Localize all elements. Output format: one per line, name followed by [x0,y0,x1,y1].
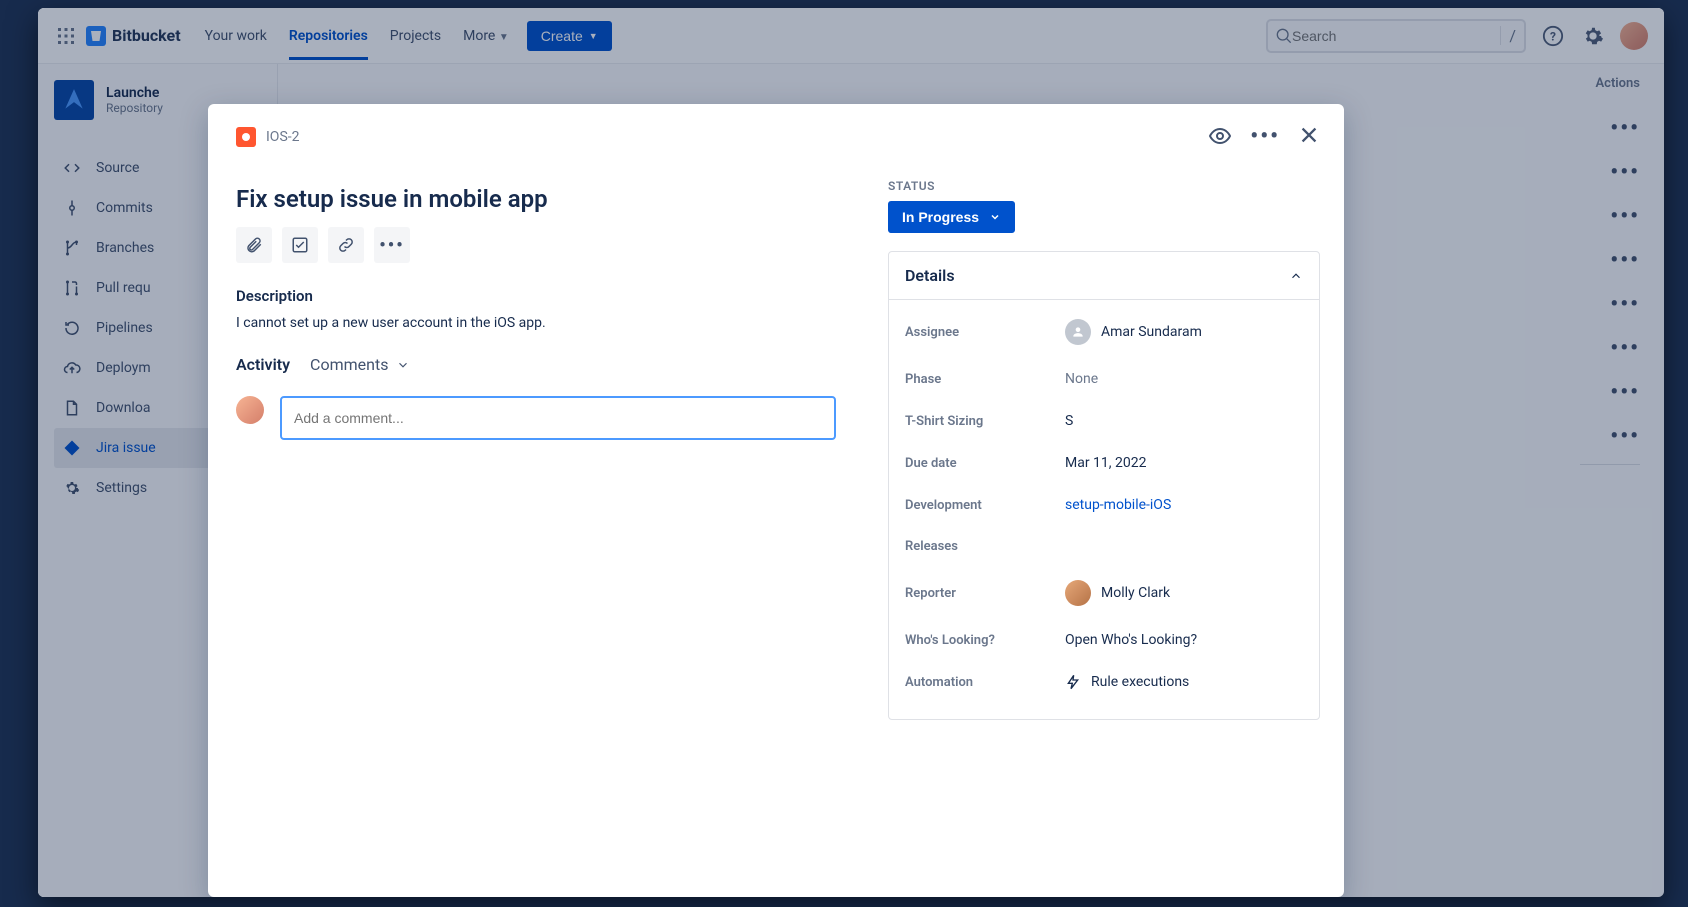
download-icon [62,398,82,418]
phase-value[interactable]: None [1065,371,1098,387]
pipelines-icon [62,318,82,338]
details-header[interactable]: Details [889,252,1319,300]
reporter-avatar [1065,580,1091,606]
brand-text: Bitbucket [112,26,181,45]
nav-more[interactable]: More ▼ [463,12,509,60]
issue-modal: IOS-2 ••• Fix setup issue in mobile app … [208,104,1344,897]
reporter-value[interactable]: Molly Clark [1065,580,1170,606]
comment-input[interactable] [280,396,836,440]
nav-repositories[interactable]: Repositories [289,12,368,60]
assignee-label: Assignee [905,325,1065,340]
nav-your-work[interactable]: Your work [205,12,267,60]
more-actions-icon[interactable]: ••• [1250,124,1280,149]
branch-icon [62,238,82,258]
search-box[interactable]: / [1266,19,1526,53]
row-actions-button[interactable]: ••• [1610,248,1640,273]
commit-icon [62,198,82,218]
cloud-upload-icon [62,358,82,378]
whos-looking-label: Who's Looking? [905,633,1065,648]
person-icon [1065,319,1091,345]
automation-value[interactable]: Rule executions [1065,674,1189,690]
link-button[interactable] [328,227,364,263]
releases-label: Releases [905,539,1065,554]
code-icon [62,158,82,178]
tshirt-label: T-Shirt Sizing [905,414,1065,429]
phase-label: Phase [905,372,1065,387]
close-icon[interactable] [1298,124,1320,149]
search-input[interactable] [1292,28,1500,44]
top-nav: Your work Repositories Projects More ▼ [205,12,509,60]
development-label: Development [905,498,1065,513]
checklist-button[interactable] [282,227,318,263]
divider [1580,464,1640,465]
app-switcher-icon[interactable] [54,24,78,48]
gear-icon [62,478,82,498]
repo-logo-icon [54,80,94,120]
development-value[interactable]: setup-mobile-iOS [1065,497,1171,513]
row-actions-button[interactable]: ••• [1610,204,1640,229]
search-shortcut: / [1500,26,1516,45]
tshirt-value[interactable]: S [1065,413,1073,429]
repo-title: Launche [106,85,163,101]
chevron-down-icon [396,358,410,372]
top-bar: Bitbucket Your work Repositories Project… [38,8,1664,64]
chevron-down-icon [989,211,1001,223]
description-text[interactable]: I cannot set up a new user account in th… [236,315,836,331]
details-panel: Details AssigneeAmar Sundaram PhaseNone … [888,251,1320,720]
issue-key[interactable]: IOS-2 [266,129,300,145]
issue-title[interactable]: Fix setup issue in mobile app [236,185,836,213]
row-actions-button[interactable]: ••• [1610,424,1640,449]
nav-projects[interactable]: Projects [390,12,441,60]
search-icon [1276,28,1292,44]
jira-icon [62,438,82,458]
automation-label: Automation [905,675,1065,690]
issue-toolbar: ••• [236,227,836,263]
brand[interactable]: Bitbucket [86,26,181,46]
row-actions-button[interactable]: ••• [1610,336,1640,361]
gear-icon[interactable] [1580,23,1606,49]
watch-icon[interactable] [1208,124,1232,149]
bolt-icon [1065,674,1081,690]
chevron-up-icon [1289,269,1303,283]
reporter-label: Reporter [905,586,1065,601]
assignee-value[interactable]: Amar Sundaram [1065,319,1202,345]
help-icon[interactable]: ? [1540,23,1566,49]
status-section-label: STATUS [888,179,1320,193]
activity-label: Activity [236,355,290,374]
row-actions-button[interactable]: ••• [1610,292,1640,317]
attach-button[interactable] [236,227,272,263]
create-button[interactable]: Create▼ [527,21,612,51]
row-actions-button[interactable]: ••• [1610,380,1640,405]
due-date-label: Due date [905,456,1065,471]
row-actions-button[interactable]: ••• [1610,160,1640,185]
comments-tab[interactable]: Comments [310,355,410,374]
repo-subtitle: Repository [106,101,163,115]
bitbucket-logo-icon [86,26,106,46]
description-label: Description [236,287,836,305]
svg-text:?: ? [1550,29,1556,43]
issue-type-bug-icon [236,127,256,147]
due-date-value[interactable]: Mar 11, 2022 [1065,455,1147,471]
pull-request-icon [62,278,82,298]
whos-looking-value[interactable]: Open Who's Looking? [1065,632,1197,648]
row-actions-button[interactable]: ••• [1610,116,1640,141]
more-tool-button[interactable]: ••• [374,227,410,263]
current-user-avatar [236,396,264,424]
avatar[interactable] [1620,22,1648,50]
actions-column-label: Actions [1595,76,1640,91]
status-dropdown[interactable]: In Progress [888,201,1015,233]
